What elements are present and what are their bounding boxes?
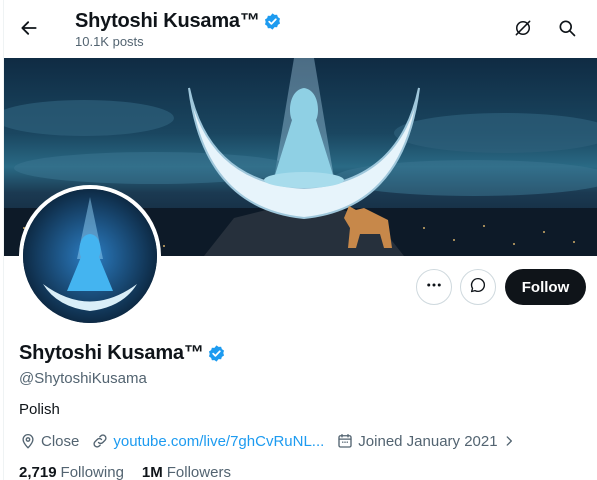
follow-button[interactable]: Follow: [505, 269, 586, 305]
joined-text: Joined January 2021: [358, 432, 498, 450]
back-button[interactable]: [12, 13, 46, 47]
user-handle: @ShytoshiKusama: [19, 370, 147, 387]
message-icon: [469, 276, 487, 299]
more-icon: [425, 276, 443, 299]
verified-badge-icon[interactable]: [263, 12, 282, 31]
following-label: Following: [60, 464, 124, 480]
header-title-block: Shytoshi Kusama™ 10.1K posts: [75, 10, 282, 49]
arrow-left-icon: [19, 18, 39, 43]
profile-avatar[interactable]: [19, 185, 161, 327]
header-title: Shytoshi Kusama™: [75, 10, 260, 32]
calendar-icon: [338, 433, 352, 448]
posts-count: 10.1K posts: [75, 34, 144, 49]
joined-item[interactable]: Joined January 2021: [336, 432, 519, 450]
followers-count: 1M: [141, 464, 163, 480]
follow-stats: 2,719 Following 1M Followers: [19, 464, 249, 480]
search-button[interactable]: [553, 16, 581, 44]
grok-icon: [513, 18, 533, 43]
chevron-right-icon: [506, 436, 512, 446]
message-button[interactable]: [460, 269, 496, 305]
verified-badge-icon[interactable]: [207, 344, 226, 363]
location-item: Close: [19, 432, 79, 450]
display-name-block: Shytoshi Kusama™: [19, 342, 226, 365]
display-name: Shytoshi Kusama™: [19, 342, 204, 364]
following-link[interactable]: 2,719 Following: [19, 464, 124, 480]
avatar-image: [23, 189, 157, 323]
website-link[interactable]: youtube.com/live/7ghCvRuNL...: [113, 433, 324, 450]
profile-bio: Polish: [19, 401, 60, 418]
website-item[interactable]: youtube.com/live/7ghCvRuNL...: [91, 432, 324, 450]
location-icon: [22, 434, 34, 449]
grok-button[interactable]: [509, 16, 537, 44]
following-count: 2,719: [19, 464, 57, 480]
more-button[interactable]: [416, 269, 452, 305]
location-text: Close: [41, 432, 80, 450]
followers-label: Followers: [166, 464, 231, 480]
followers-link[interactable]: 1M Followers: [142, 464, 231, 480]
profile-page: Shytoshi Kusama™ 10.1K posts Follow Shyt…: [3, 0, 597, 480]
profile-meta: Close youtube.com/live/7ghCvRuNL... Join…: [19, 432, 532, 450]
search-icon: [557, 18, 577, 43]
profile-header: Shytoshi Kusama™ 10.1K posts: [4, 0, 597, 58]
link-icon: [93, 434, 107, 448]
